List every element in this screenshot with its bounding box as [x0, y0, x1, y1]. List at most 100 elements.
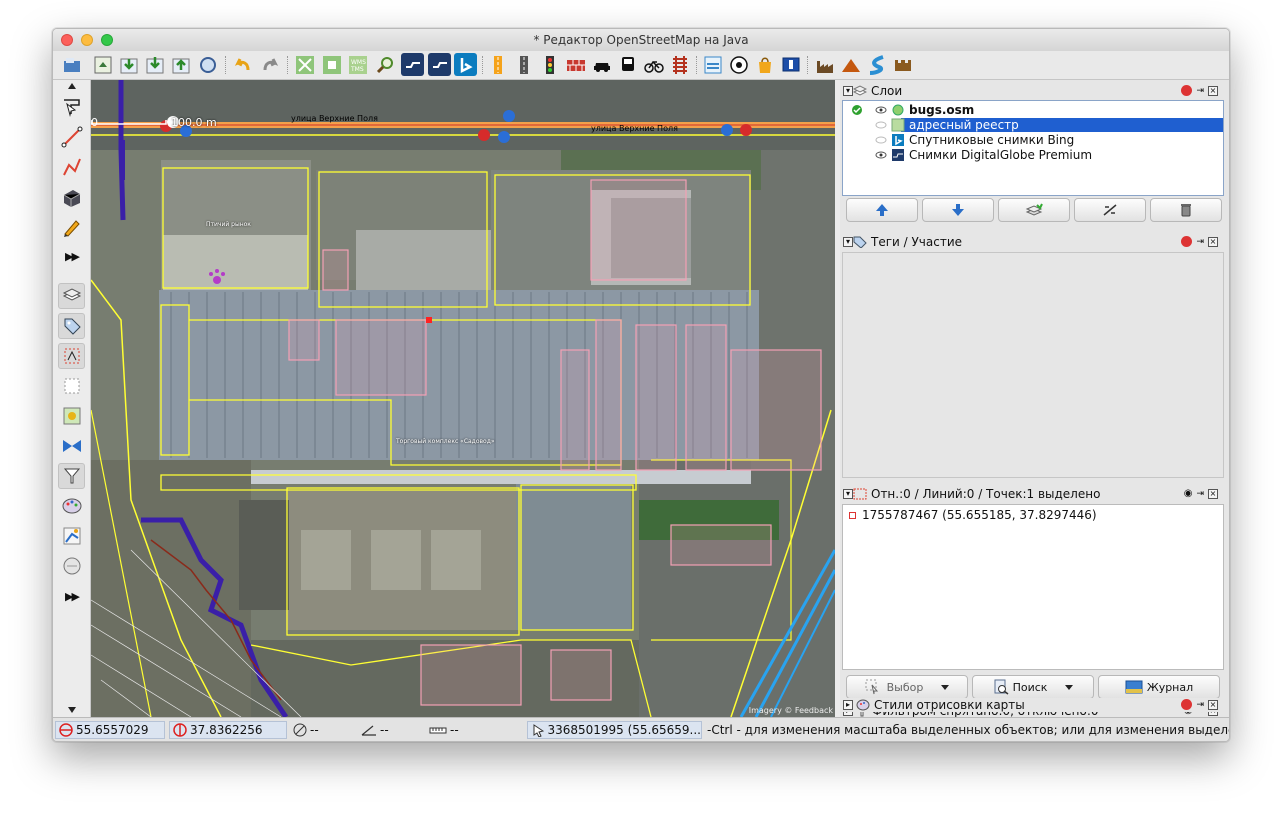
more-panels-icon[interactable]: ▶▶	[58, 583, 85, 609]
layer-row-bing[interactable]: Спутниковые снимки Bing	[851, 133, 1074, 147]
delete-layer-button[interactable]	[1150, 198, 1222, 222]
ruler-icon	[429, 727, 447, 734]
tags-panel-icon[interactable]	[58, 313, 85, 339]
layers-icon	[853, 85, 867, 96]
search-dropdown-icon[interactable]	[1065, 684, 1074, 690]
close-panel-icon[interactable]: ×	[1208, 236, 1218, 247]
map-view[interactable]: 0 100.0 m улица Верхние Поля улица Верхн…	[91, 80, 835, 717]
close-panel-icon[interactable]: ×	[1208, 85, 1218, 96]
search-button[interactable]: Поиск	[972, 675, 1094, 699]
close-panel-icon[interactable]: ×	[1208, 488, 1218, 499]
upload-icon[interactable]	[169, 53, 192, 76]
car-icon[interactable]	[590, 53, 613, 76]
collapse-icon[interactable]: ▾	[843, 86, 853, 96]
scroll-down-icon[interactable]	[58, 706, 85, 714]
bicycle-icon[interactable]	[642, 53, 665, 76]
scroll-up-icon[interactable]	[58, 82, 85, 90]
selection-list[interactable]: 1755787467 (55.655185, 37.8297446)	[842, 504, 1224, 670]
hidden-eye-icon[interactable]	[875, 120, 887, 130]
improve-way-icon[interactable]	[58, 154, 85, 180]
bed-icon[interactable]	[701, 53, 724, 76]
cursor-icon	[533, 724, 545, 737]
move-up-button[interactable]	[846, 198, 918, 222]
selection-panel-header[interactable]: ▾ Отн.:0 / Линий:0 / Точек:1 выделено ◉ ⇥…	[840, 485, 1224, 503]
dg-layer-icon	[892, 149, 904, 161]
conflict-icon[interactable]	[58, 403, 85, 429]
collapse-icon[interactable]: ▾	[843, 237, 853, 247]
save-icon[interactable]	[91, 53, 114, 76]
selection-item[interactable]: 1755787467 (55.655185, 37.8297446)	[849, 508, 1097, 522]
layers-panel-icon[interactable]	[58, 283, 85, 309]
shop-icon[interactable]	[753, 53, 776, 76]
notes-icon[interactable]	[58, 553, 85, 579]
move-down-button[interactable]	[922, 198, 994, 222]
close-panel-icon[interactable]: ×	[1208, 699, 1218, 710]
hidden-eye-icon[interactable]	[875, 135, 887, 145]
traffic-light-icon[interactable]	[538, 53, 561, 76]
imagery-dg2-icon[interactable]	[428, 53, 451, 76]
highway-icon[interactable]	[486, 53, 509, 76]
detach-icon[interactable]: ⇥	[1196, 489, 1204, 499]
tags-panel-header[interactable]: ▾ Теги / Участие ⇥ ×	[840, 233, 1224, 251]
styles-panel-header[interactable]: ▸ Стили отрисовки карты ⇥ ×	[840, 698, 1224, 712]
help-icon[interactable]	[1181, 85, 1193, 96]
pencil-icon[interactable]	[58, 214, 85, 240]
user-list-icon[interactable]	[58, 373, 85, 399]
update-data-icon[interactable]	[196, 53, 219, 76]
map-paint-styles-icon[interactable]	[58, 493, 85, 519]
selection-panel-icon[interactable]	[58, 343, 85, 369]
eye-icon[interactable]: ◉	[1184, 488, 1193, 499]
download-icon[interactable]	[117, 53, 140, 76]
mountain-icon[interactable]	[839, 53, 862, 76]
history-button[interactable]: Журнал	[1098, 675, 1220, 699]
duplicate-layer-button[interactable]	[1074, 198, 1146, 222]
detach-icon[interactable]: ⇥	[1196, 700, 1204, 710]
select-dropdown-icon[interactable]	[941, 684, 950, 690]
more-modes-icon[interactable]: ▶▶	[58, 243, 85, 269]
bing-icon[interactable]	[454, 53, 477, 76]
football-icon[interactable]	[727, 53, 750, 76]
water-icon[interactable]	[865, 53, 888, 76]
collapse-icon[interactable]: ▾	[843, 489, 853, 499]
visible-eye-icon[interactable]	[875, 105, 887, 115]
layer-name: bugs.osm	[909, 103, 975, 117]
validator-icon[interactable]	[58, 433, 85, 459]
barrier-icon[interactable]	[512, 53, 535, 76]
expand-icon[interactable]: ▸	[843, 700, 853, 710]
imagery-dg-icon[interactable]	[401, 53, 424, 76]
imagery-attribution[interactable]: Imagery © Feedback	[749, 706, 833, 715]
bus-icon[interactable]	[616, 53, 639, 76]
map-canvas[interactable]	[91, 80, 835, 717]
castle-icon[interactable]	[891, 53, 914, 76]
layer-row-digitalglobe[interactable]: Снимки DigitalGlobe Premium	[851, 148, 1092, 162]
merge-layer-button[interactable]	[998, 198, 1070, 222]
changeset-icon[interactable]	[58, 523, 85, 549]
layer-row-bugs[interactable]: bugs.osm	[851, 103, 974, 117]
help-icon[interactable]	[1181, 236, 1193, 247]
redo-icon[interactable]	[258, 53, 281, 76]
tags-table[interactable]	[842, 252, 1224, 478]
railway-icon[interactable]	[668, 53, 691, 76]
visible-eye-icon[interactable]	[875, 150, 887, 160]
layers-list[interactable]: bugs.osm адресный реестр Спутниковые сни…	[842, 100, 1224, 196]
zoom-to-data-icon[interactable]	[293, 53, 316, 76]
select-mode-icon[interactable]	[58, 94, 85, 120]
undo-icon[interactable]	[231, 53, 254, 76]
search-icon[interactable]	[373, 53, 396, 76]
detach-icon[interactable]: ⇥	[1196, 237, 1204, 247]
help-icon[interactable]	[1181, 699, 1193, 710]
industrial-icon[interactable]	[813, 53, 836, 76]
filter-panel-icon[interactable]	[58, 463, 85, 489]
draw-mode-icon[interactable]	[58, 124, 85, 150]
select-button[interactable]: Выбор	[846, 675, 968, 699]
open-file-icon[interactable]	[60, 53, 83, 76]
detach-icon[interactable]: ⇥	[1196, 86, 1204, 96]
wms-icon[interactable]: WMS TMS	[346, 53, 369, 76]
extrude-icon[interactable]	[58, 184, 85, 210]
layers-panel-header[interactable]: ▾ Слои ⇥ ×	[840, 82, 1224, 100]
download-area-icon[interactable]	[143, 53, 166, 76]
info-icon[interactable]	[779, 53, 802, 76]
wall-icon[interactable]	[564, 53, 587, 76]
layer-row-address[interactable]: адресный реестр	[851, 118, 1019, 132]
zoom-to-selection-icon[interactable]	[320, 53, 343, 76]
